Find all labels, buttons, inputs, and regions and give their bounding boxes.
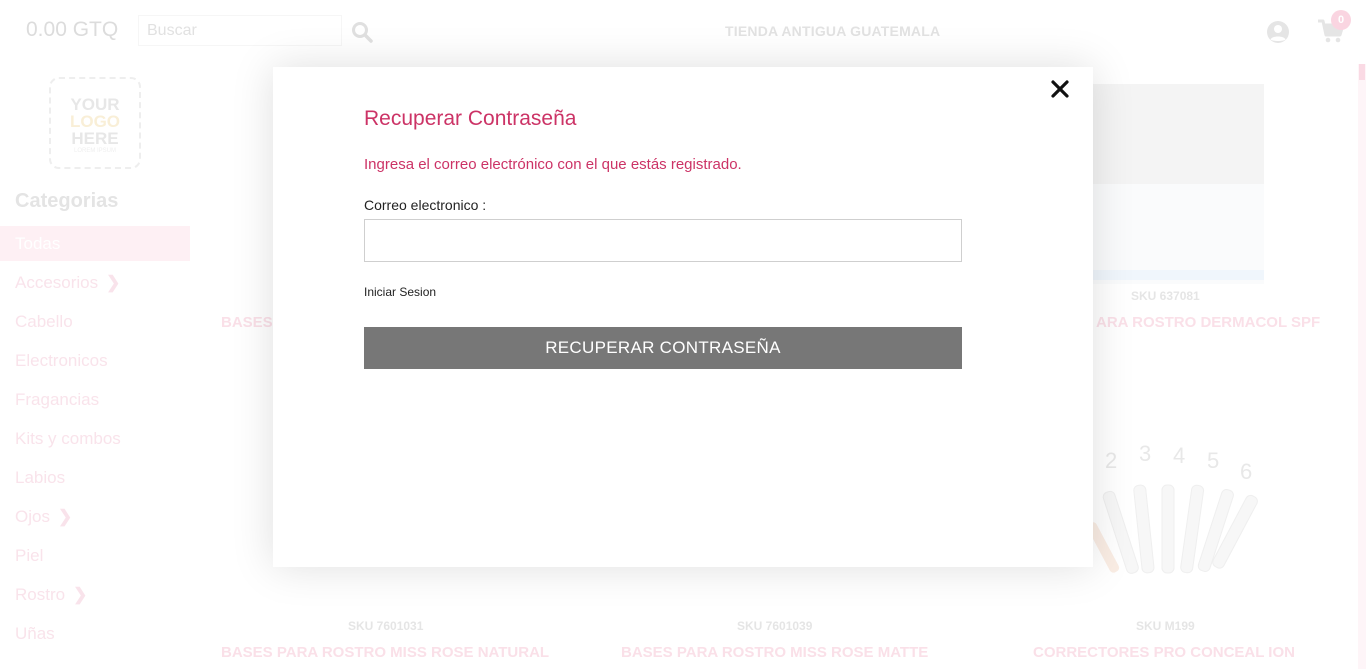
modal-title: Recuperar Contraseña	[364, 107, 577, 130]
modal-description: Ingresa el correo electrónico con el que…	[364, 156, 742, 173]
recover-password-button[interactable]: RECUPERAR CONTRASEÑA	[364, 327, 962, 369]
email-field[interactable]	[364, 219, 962, 262]
login-link[interactable]: Iniciar Sesion	[364, 285, 436, 299]
password-recovery-modal: Recuperar Contraseña Ingresa el correo e…	[273, 67, 1093, 567]
email-label: Correo electronico :	[364, 197, 487, 213]
close-icon[interactable]	[1049, 78, 1071, 100]
